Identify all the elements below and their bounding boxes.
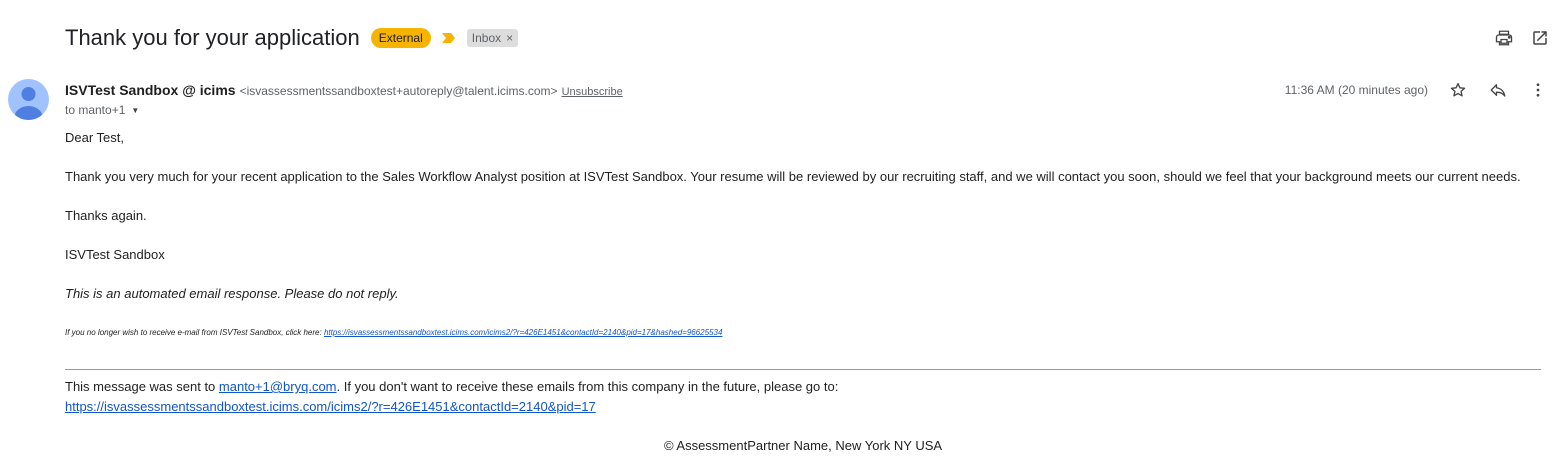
footer-sent-notice: This message was sent to manto+1@bryq.co… [65,379,838,394]
footer-sent-prefix: This message was sent to [65,379,219,394]
sender-email: <isvassessmentssandboxtest+autoreply@tal… [239,84,558,98]
recipients-row[interactable]: to manto+1 ▼ [65,103,139,117]
email-subject: Thank you for your application [65,25,360,50]
sender-name[interactable]: ISVTest Sandbox @ icims [65,82,236,98]
signature: ISVTest Sandbox [65,247,165,262]
recipients: to manto+1 [65,103,126,117]
message-actions [1448,80,1548,100]
reply-icon[interactable] [1488,80,1508,100]
open-in-new-window-icon[interactable] [1530,28,1550,48]
printer-icon[interactable] [1494,28,1514,48]
thread-actions [1494,28,1550,48]
inbox-label-text: Inbox [471,31,502,45]
inbox-label[interactable]: Inbox × [466,29,519,47]
more-vert-icon[interactable] [1528,80,1548,100]
star-icon[interactable] [1448,80,1468,100]
optout-link[interactable]: https://isvassessmentssandboxtest.icims.… [324,328,722,337]
sender-row: ISVTest Sandbox @ icims <isvassessmentss… [65,82,623,98]
greeting: Dear Test, [65,130,125,145]
sender-avatar[interactable] [8,79,49,120]
footer-link-row: https://isvassessmentssandboxtest.icims.… [65,399,596,414]
external-label: External [370,28,431,48]
divider [65,369,1541,370]
closing-line: Thanks again. [65,208,147,223]
optout-text: If you no longer wish to receive e-mail … [65,328,324,337]
optout-notice: If you no longer wish to receive e-mail … [65,328,722,337]
automated-notice: This is an automated email response. Ple… [65,286,399,301]
body-paragraph: Thank you very much for your recent appl… [65,169,1521,184]
footer-sent-suffix: . If you don't want to receive these ema… [336,379,839,394]
unsubscribe-link[interactable]: Unsubscribe [562,86,623,98]
chevron-down-icon[interactable]: ▼ [131,106,139,115]
importance-marker-icon[interactable] [441,31,457,45]
footer-unsubscribe-link[interactable]: https://isvassessmentssandboxtest.icims.… [65,399,596,414]
footer-email-link[interactable]: manto+1@bryq.com [219,379,337,394]
timestamp: 11:36 AM (20 minutes ago) [1284,83,1428,97]
remove-label-icon[interactable]: × [506,31,513,45]
subject-row: Thank you for your application External … [65,24,519,52]
message-meta: 11:36 AM (20 minutes ago) [1285,80,1548,100]
copyright: © AssessmentPartner Name, New York NY US… [663,438,943,453]
